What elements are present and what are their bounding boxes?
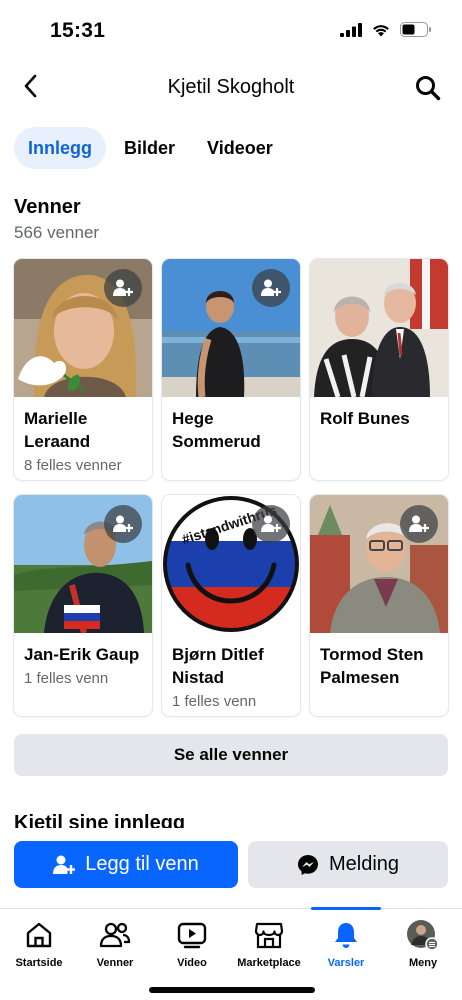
cellular-signal-icon (340, 22, 362, 37)
message-label: Melding (328, 853, 400, 875)
friend-mutual (310, 430, 448, 434)
friends-section-title: Venner (14, 196, 81, 218)
profile-header: Kjetil Skogholt (0, 60, 462, 116)
wifi-icon (373, 24, 389, 36)
status-time: 15:31 (50, 19, 106, 42)
nav-meny[interactable]: Meny (385, 909, 461, 979)
profile-action-bar: Legg til venn Melding (0, 830, 462, 908)
add-friend-badge[interactable] (400, 505, 438, 543)
status-bar: 15:31 (0, 0, 462, 56)
friend-name: Marielle Leraand (24, 409, 91, 451)
nav-label: Video (177, 957, 207, 969)
add-friend-badge[interactable] (104, 505, 142, 543)
posts-section-title: Kjetil sine innlegg (14, 812, 186, 828)
tab-innlegg[interactable]: Innlegg (14, 127, 106, 169)
friend-photo (310, 495, 448, 633)
nav-video[interactable]: Video (154, 909, 230, 979)
add-person-icon (409, 515, 429, 532)
friend-card[interactable]: Jan-Erik Gaup 1 felles venn (14, 495, 152, 716)
marketplace-icon (254, 922, 284, 949)
add-person-icon (113, 515, 133, 532)
nav-label: Varsler (327, 957, 365, 969)
message-button[interactable]: Melding (248, 841, 448, 888)
friend-name: Jan-Erik Gaup (24, 645, 140, 664)
profile-tabs: Innlegg Bilder Videoer (14, 127, 287, 169)
add-person-icon (113, 279, 133, 296)
add-friend-button[interactable]: Legg til venn (14, 841, 238, 888)
menu-avatar-icon (407, 920, 439, 951)
add-friend-badge[interactable] (104, 269, 142, 307)
search-button[interactable] (412, 72, 444, 104)
search-icon (416, 76, 441, 101)
friend-photo (14, 495, 152, 633)
home-icon (26, 922, 52, 948)
add-person-icon (53, 855, 76, 874)
bell-icon (335, 923, 357, 948)
friend-mutual: 8 felles venner (24, 457, 122, 474)
tab-bilder[interactable]: Bilder (110, 127, 189, 169)
friend-name: Rolf Bunes (320, 409, 410, 428)
friend-photo (310, 259, 448, 397)
friend-name: Bjørn Ditlef Nistad (172, 645, 264, 687)
nav-startside[interactable]: Startside (1, 909, 77, 979)
friend-card[interactable]: Hege Sommerud (162, 259, 300, 480)
friend-photo (14, 259, 152, 397)
nav-venner[interactable]: Venner (77, 909, 153, 979)
nav-label: Venner (96, 957, 134, 969)
nav-label: Startside (15, 957, 63, 969)
see-all-friends-button[interactable]: Se alle venner (14, 734, 448, 776)
friend-mutual (162, 453, 300, 457)
friend-photo-image (310, 259, 448, 397)
friends-grid: Marielle Leraand 8 felles venner Hege So… (14, 259, 448, 716)
add-person-icon (261, 515, 281, 532)
friends-icon (99, 922, 131, 948)
friends-count: 566 venner (14, 223, 100, 242)
status-icons (340, 22, 432, 37)
video-icon (177, 922, 207, 949)
friend-card[interactable]: Marielle Leraand 8 felles venner (14, 259, 152, 480)
bottom-navigation: Startside Venner Video Marketplace Varsl… (0, 907, 462, 1000)
friend-card[interactable]: #istandwithrus Bjørn Ditlef Nistad 1 fel… (162, 495, 300, 716)
nav-label: Meny (408, 957, 438, 969)
battery-icon (400, 22, 431, 37)
friend-mutual: 1 felles venn (172, 693, 257, 710)
add-person-icon (261, 279, 281, 296)
nav-label: Marketplace (237, 957, 301, 969)
friend-photo (162, 259, 300, 397)
tab-videoer[interactable]: Videoer (193, 127, 287, 169)
add-friend-badge[interactable] (252, 269, 290, 307)
page-title: Kjetil Skogholt (167, 76, 295, 98)
friend-mutual: 1 felles venn (24, 670, 109, 687)
home-indicator (149, 987, 315, 993)
add-friend-badge[interactable] (252, 505, 290, 543)
friend-mutual (310, 689, 448, 693)
friend-card[interactable]: Rolf Bunes (310, 259, 448, 480)
friend-photo: #istandwithrus (162, 495, 300, 633)
nav-varsler[interactable]: Varsler (308, 909, 384, 979)
friend-name: Tormod Sten Palmesen (320, 645, 424, 687)
nav-marketplace[interactable]: Marketplace (231, 909, 307, 979)
messenger-icon (297, 854, 318, 875)
add-friend-label: Legg til venn (85, 853, 199, 875)
friend-card[interactable]: Tormod Sten Palmesen (310, 495, 448, 716)
friend-name: Hege Sommerud (172, 409, 261, 451)
